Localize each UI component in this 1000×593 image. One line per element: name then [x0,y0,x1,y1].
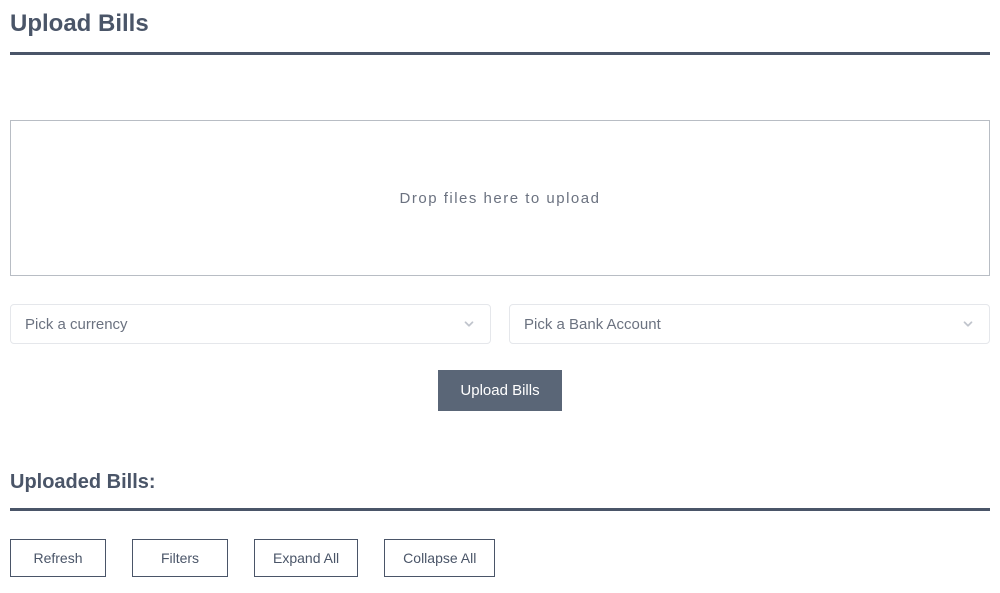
dropzone-text: Drop files here to upload [400,190,601,207]
section-divider [10,52,990,55]
upload-bills-button[interactable]: Upload Bills [438,370,561,411]
action-row: Refresh Filters Expand All Collapse All [10,539,990,577]
file-dropzone[interactable]: Drop files here to upload [10,120,990,276]
chevron-down-icon [462,317,476,331]
upload-button-row: Upload Bills [10,370,990,411]
selects-row: Pick a currency Pick a Bank Account [10,304,990,344]
bank-account-select-wrapper: Pick a Bank Account [509,304,990,344]
collapse-all-button[interactable]: Collapse All [384,539,495,577]
currency-select-wrapper: Pick a currency [10,304,491,344]
uploaded-bills-title: Uploaded Bills: [10,471,990,494]
currency-select[interactable]: Pick a currency [10,304,491,344]
bank-account-select-placeholder: Pick a Bank Account [524,316,661,333]
chevron-down-icon [961,317,975,331]
refresh-button[interactable]: Refresh [10,539,106,577]
filters-button[interactable]: Filters [132,539,228,577]
bank-account-select[interactable]: Pick a Bank Account [509,304,990,344]
expand-all-button[interactable]: Expand All [254,539,358,577]
page-title: Upload Bills [10,10,990,38]
section-divider [10,508,990,511]
currency-select-placeholder: Pick a currency [25,316,128,333]
